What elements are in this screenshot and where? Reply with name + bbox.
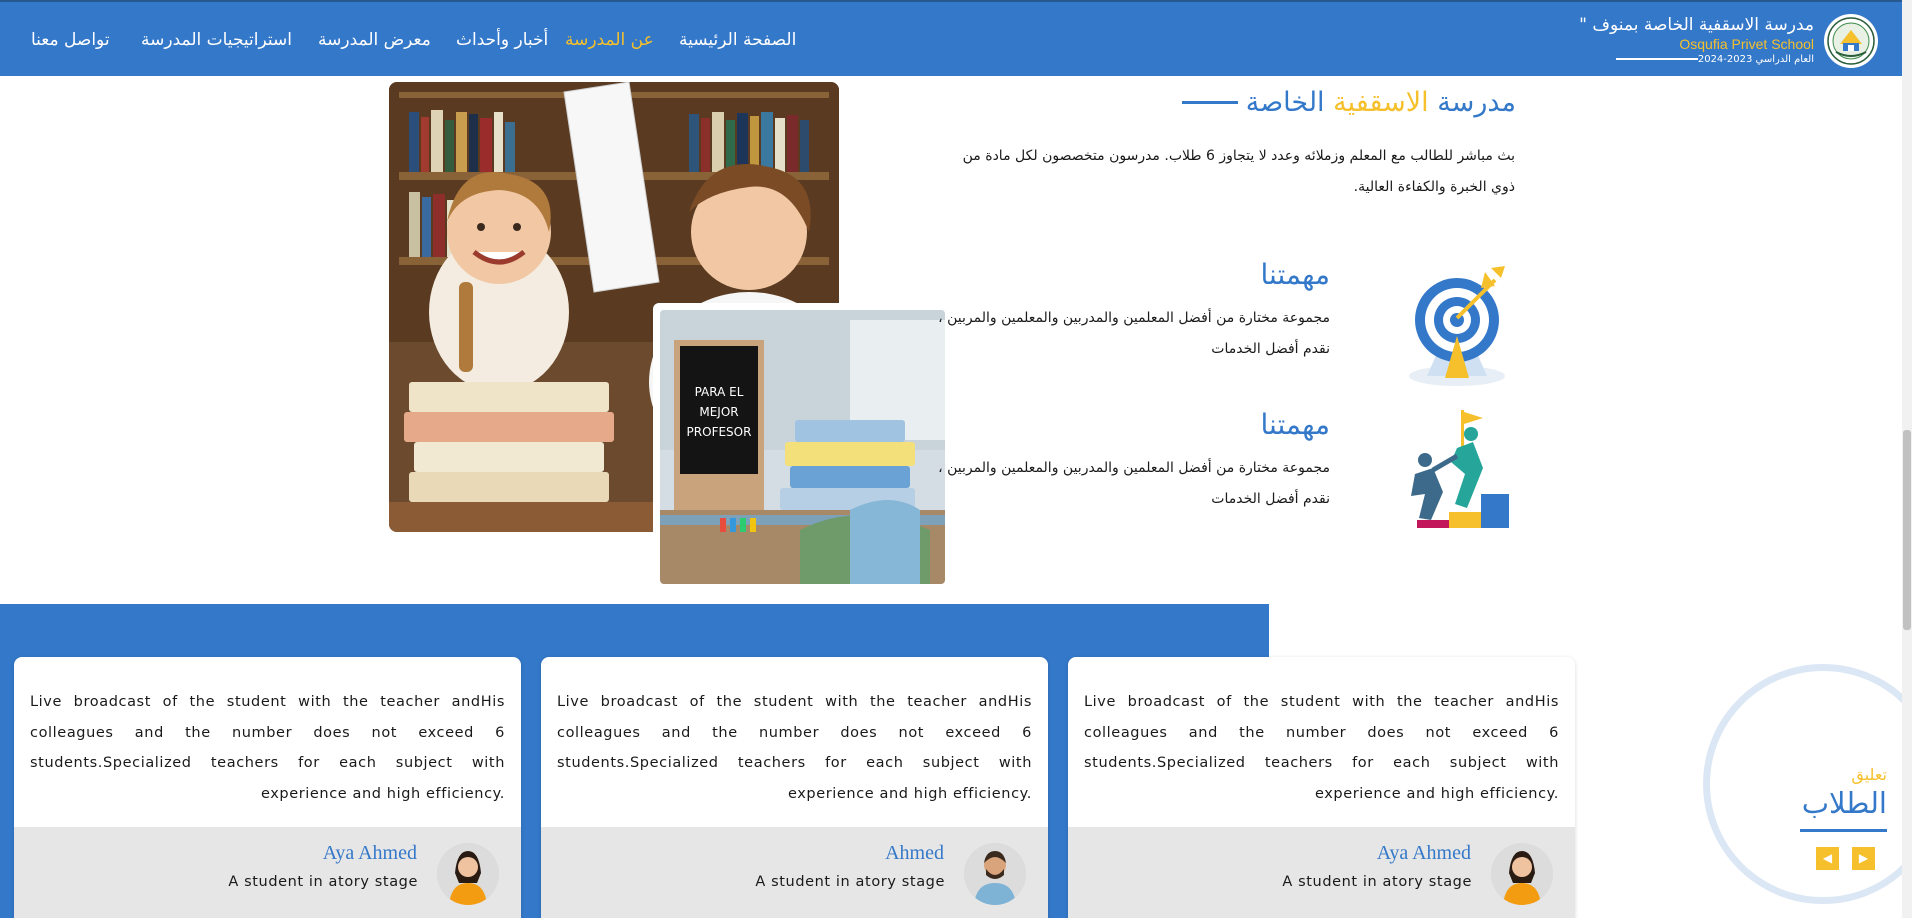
brand-text: مدرسة الاسقفية الخاصة بمنوف " Osqufia Pr… xyxy=(1579,15,1814,67)
nav-item-2[interactable]: أخبار وأحداث xyxy=(456,29,548,51)
page: مدرسة الاسقفية الخاصة بمنوف " Osqufia Pr… xyxy=(0,0,1912,918)
testimonial-author: Aya Ahmed A student in atory stage xyxy=(14,827,521,918)
female-student-avatar xyxy=(437,843,499,905)
climb-teamwork-icon xyxy=(1397,408,1517,538)
decorative-circle xyxy=(1703,664,1912,904)
nav-item-4[interactable]: استراتيجيات المدرسة xyxy=(141,29,292,51)
scrollbar-thumb[interactable] xyxy=(1903,430,1911,630)
testimonial-card: Live broadcast of the student with the t… xyxy=(541,657,1048,918)
testimonials-subtitle: تعليق xyxy=(1851,765,1887,784)
school-crest-icon xyxy=(1827,17,1875,65)
testimonial-author: Aya Ahmed A student in atory stage xyxy=(1068,827,1575,918)
female-student-avatar xyxy=(1491,843,1553,905)
author-name: Ahmed xyxy=(885,842,944,864)
nav-item-0[interactable]: الصفحة الرئيسية xyxy=(679,29,796,51)
nav-item-3[interactable]: معرض المدرسة xyxy=(318,29,431,51)
testimonial-text: Live broadcast of the student with the t… xyxy=(1084,694,1559,802)
top-navbar: مدرسة الاسقفية الخاصة بمنوف " Osqufia Pr… xyxy=(0,0,1902,76)
feature-title: مهمتنا xyxy=(1260,408,1330,441)
testimonial-card: Live broadcast of the student with the t… xyxy=(1068,657,1575,918)
chevron-right-icon: ▶ xyxy=(1858,851,1869,865)
about-description: بث مباشر للطالب مع المعلم وزملائه وعدد ل… xyxy=(962,148,1515,195)
target-arrow-icon xyxy=(1397,258,1517,388)
academic-year-label: العام الدراسي 2023-2024 xyxy=(1697,54,1814,65)
about-title: مدرسة الاسقفية الخاصة xyxy=(1246,87,1516,118)
feature-title: مهمتنا xyxy=(1260,258,1330,291)
author-role: A student in atory stage xyxy=(228,874,418,890)
prev-slide-button[interactable]: ◀ xyxy=(1816,847,1839,870)
feature-description: مجموعة مختارة من أفضل المعلمين والمدربين… xyxy=(938,310,1330,357)
page-scrollbar[interactable] xyxy=(1902,0,1912,918)
testimonial-author: Ahmed A student in atory stage xyxy=(541,827,1048,918)
testimonial-text: Live broadcast of the student with the t… xyxy=(30,694,505,802)
school-name-ar: مدرسة الاسقفية الخاصة بمنوف " xyxy=(1579,15,1814,35)
male-student-avatar xyxy=(964,843,1026,905)
nav-item-1[interactable]: عن المدرسة xyxy=(565,29,654,51)
feature-mission-1: مهمتنا مجموعة مختارة من أفضل المعلمين وا… xyxy=(717,258,1517,388)
year-underline xyxy=(1615,58,1698,60)
brand[interactable]: مدرسة الاسقفية الخاصة بمنوف " Osqufia Pr… xyxy=(1579,10,1878,72)
feature-mission-2: مهمتنا مجموعة مختارة من أفضل المعلمين وا… xyxy=(717,408,1517,538)
school-name-en: Osqufia Privet School xyxy=(1679,36,1814,52)
heading-rule xyxy=(1181,101,1238,104)
school-logo[interactable] xyxy=(1824,14,1878,68)
testimonial-card: Live broadcast of the student with the t… xyxy=(14,657,521,918)
author-name: Aya Ahmed xyxy=(322,842,417,864)
about-title-prefix: مدرسة xyxy=(1437,87,1516,118)
chevron-left-icon: ◀ xyxy=(1822,851,1833,865)
testimonial-text: Live broadcast of the student with the t… xyxy=(557,694,1032,802)
next-slide-button[interactable]: ▶ xyxy=(1852,847,1875,870)
nav-item-5[interactable]: تواصل معنا xyxy=(31,29,110,51)
author-name: Aya Ahmed xyxy=(1376,842,1471,864)
about-heading: مدرسة الاسقفية الخاصة xyxy=(1181,87,1516,118)
testimonials-title-underline xyxy=(1800,829,1887,832)
about-title-suffix: الخاصة xyxy=(1245,87,1325,118)
author-role: A student in atory stage xyxy=(1282,874,1472,890)
feature-description: مجموعة مختارة من أفضل المعلمين والمدربين… xyxy=(938,460,1330,507)
testimonials-title: الطلاب xyxy=(1801,786,1887,820)
about-title-highlight: الاسقفية xyxy=(1333,87,1429,118)
academic-year: العام الدراسي 2023-2024 xyxy=(1579,53,1814,67)
author-role: A student in atory stage xyxy=(755,874,945,890)
